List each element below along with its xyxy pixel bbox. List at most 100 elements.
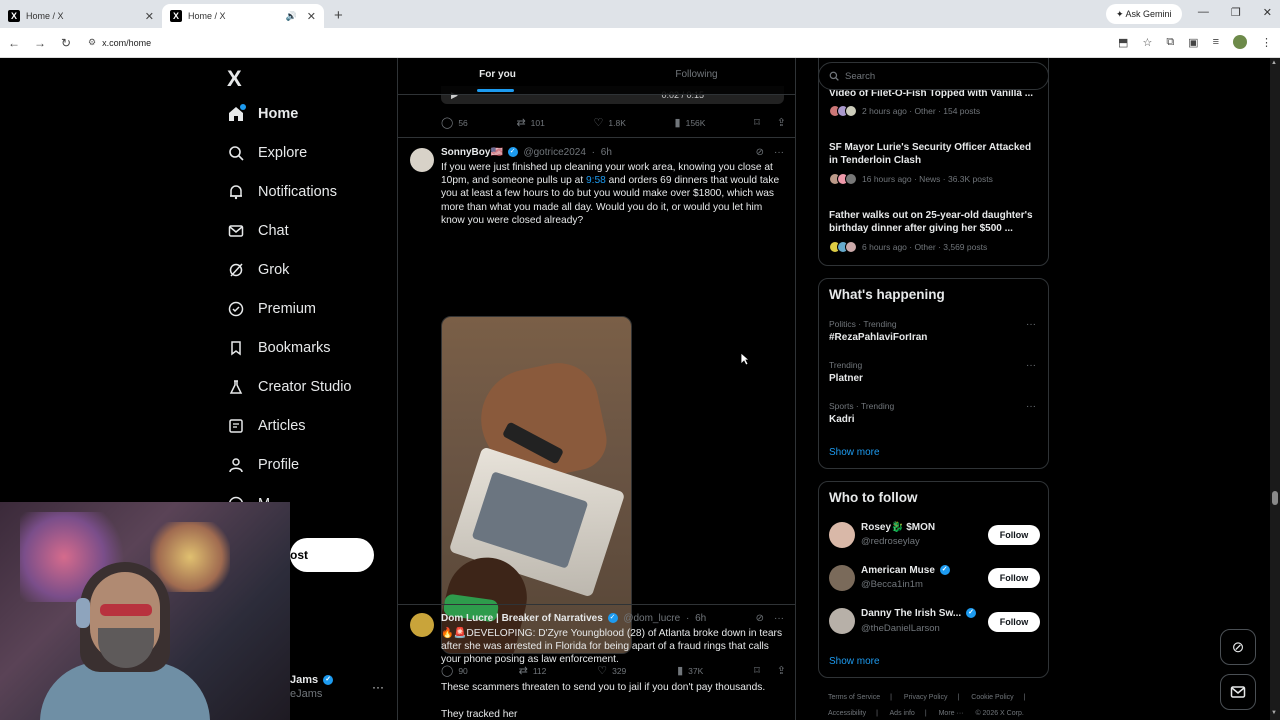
trend-more-icon[interactable]: ··· — [1026, 360, 1036, 371]
new-tab-icon[interactable]: + — [334, 7, 343, 24]
reply-button[interactable]: ◯ 56 — [441, 116, 468, 129]
trend-more-icon[interactable]: ··· — [1026, 319, 1036, 330]
tab-close-icon[interactable]: ✕ — [145, 10, 154, 23]
bookmark-star-icon[interactable]: ☆ — [1142, 36, 1152, 49]
footer-link[interactable]: More ··· — [939, 710, 964, 717]
views-button[interactable]: ▮ 156K — [675, 116, 706, 129]
search-input[interactable]: Search — [818, 62, 1049, 90]
webcam-person — [40, 562, 210, 720]
grok-icon[interactable]: ⊘ — [756, 147, 764, 158]
avatar[interactable] — [829, 608, 855, 634]
more-options-icon[interactable]: ··· — [774, 147, 784, 158]
follow-suggestion-name-row[interactable]: American Muse ✓ — [861, 565, 950, 576]
show-more-link[interactable]: Show more — [829, 447, 880, 458]
address-bar[interactable]: ⚙ x.com/home — [88, 37, 151, 48]
trend-name[interactable]: Kadri — [829, 414, 855, 425]
tab-close-icon[interactable]: ✕ — [307, 10, 316, 23]
scroll-up-icon[interactable]: ▲ — [1271, 60, 1277, 66]
ask-gemini-button[interactable]: ✦ Ask Gemini — [1106, 4, 1182, 24]
trend-name[interactable]: #RezaPahlaviForIran — [829, 332, 927, 343]
show-more-link[interactable]: Show more — [829, 656, 880, 667]
nav-articles[interactable]: Articles — [228, 418, 306, 434]
x-logo-icon[interactable]: X — [227, 66, 242, 92]
extensions-icon[interactable]: ⧉ — [1166, 36, 1174, 49]
share-icon[interactable]: ⇪ — [777, 116, 786, 129]
account-more-icon[interactable]: ··· — [372, 680, 384, 694]
footer-link[interactable]: Privacy Policy — [904, 694, 948, 701]
verified-badge-icon: ✓ — [507, 147, 518, 158]
tweet-author[interactable]: SonnyBoy🇺🇸 — [441, 147, 503, 158]
tweet-time[interactable]: 6h — [695, 613, 706, 624]
footer-sep: | — [876, 710, 878, 717]
site-info-icon[interactable]: ⚙ — [88, 37, 96, 48]
avatar[interactable] — [410, 613, 434, 637]
follow-button[interactable]: Follow — [988, 612, 1040, 632]
split-view-icon[interactable]: ▣ — [1188, 36, 1198, 49]
nav-creator-studio[interactable]: Creator Studio — [228, 379, 352, 395]
speaker-icon[interactable]: 🔊 — [286, 11, 297, 22]
page-scrollbar[interactable]: ▲ ▼ — [1270, 58, 1280, 720]
avatar[interactable] — [829, 522, 855, 548]
scroll-down-icon[interactable]: ▼ — [1271, 710, 1277, 716]
footer-link[interactable]: Ads info — [890, 710, 915, 717]
ask-gemini-label: Ask Gemini — [1125, 9, 1172, 19]
close-window-icon[interactable]: ✕ — [1263, 6, 1272, 19]
news-title[interactable]: Father walks out on 25-year-old daughter… — [829, 209, 1041, 235]
trend-more-icon[interactable]: ··· — [1026, 401, 1036, 412]
nav-chat[interactable]: Chat — [228, 223, 289, 239]
footer-link[interactable]: Accessibility — [828, 710, 866, 717]
scrollbar-thumb[interactable] — [1272, 491, 1278, 505]
repost-button[interactable]: ⇄ 101 — [516, 116, 544, 129]
avatar-stack — [829, 105, 857, 117]
restore-icon[interactable]: ❐ — [1231, 6, 1241, 19]
back-icon[interactable]: ← — [2, 36, 26, 50]
browser-tab-active[interactable]: X Home / X 🔊 ✕ — [162, 4, 324, 28]
tab-title: Home / X — [188, 11, 226, 21]
browser-menu-icon[interactable]: ⋮ — [1261, 36, 1272, 49]
profile-avatar[interactable] — [1233, 35, 1247, 49]
tweet-handle[interactable]: @gotrice2024 — [523, 147, 585, 158]
browser-tab[interactable]: X Home / X ✕ — [0, 4, 162, 28]
time-link[interactable]: 9:58 — [586, 175, 606, 186]
tweet-time[interactable]: 6h — [601, 147, 612, 158]
tweet-handle[interactable]: @dom_lucre — [623, 613, 680, 624]
tweet-author[interactable]: Dom Lucre | Breaker of Narratives — [441, 613, 603, 624]
nav-grok[interactable]: Grok — [228, 262, 289, 278]
reload-icon[interactable]: ↻ — [54, 36, 78, 50]
repost-icon: ⇄ — [516, 117, 526, 129]
more-options-icon[interactable]: ··· — [774, 613, 784, 624]
news-title[interactable]: SF Mayor Lurie's Security Officer Attack… — [829, 141, 1041, 167]
post-button[interactable]: ost — [290, 538, 374, 572]
grok-icon[interactable]: ⊘ — [756, 613, 764, 624]
nav-explore[interactable]: Explore — [228, 145, 307, 161]
like-button[interactable]: ♡ 1.8K — [594, 116, 626, 129]
footer-link[interactable]: Terms of Service — [828, 694, 880, 701]
follow-suggestion-name[interactable]: Rosey🐉 $MON — [861, 522, 935, 533]
trend-name[interactable]: Platner — [829, 373, 863, 384]
follow-button[interactable]: Follow — [988, 568, 1040, 588]
follow-button[interactable]: Follow — [988, 525, 1040, 545]
grok-float-button[interactable]: ⊘ — [1220, 629, 1256, 665]
tab-following[interactable]: Following — [597, 58, 795, 94]
avatar[interactable] — [410, 148, 434, 172]
forward-icon[interactable]: → — [28, 36, 52, 50]
minimize-icon[interactable]: — — [1198, 6, 1209, 19]
messages-float-button[interactable] — [1220, 674, 1256, 710]
footer-sep: | — [1023, 694, 1026, 701]
nav-profile[interactable]: Profile — [228, 457, 299, 473]
nav-notifications[interactable]: Notifications — [228, 184, 337, 200]
mouse-cursor-icon — [740, 352, 750, 366]
install-icon[interactable]: ⬒ — [1118, 36, 1128, 49]
avatar[interactable] — [829, 565, 855, 591]
reading-list-icon[interactable]: ≡ — [1213, 36, 1219, 48]
bookmark-icon[interactable]: ⌑ — [754, 116, 760, 129]
nav-bookmarks[interactable]: Bookmarks — [228, 340, 331, 356]
tab-for-you[interactable]: For you — [398, 58, 597, 94]
account-switcher[interactable]: Jams ✓ eJams — [290, 674, 334, 700]
url-text[interactable]: x.com/home — [102, 38, 151, 48]
nav-premium[interactable]: Premium — [228, 301, 316, 317]
footer-link[interactable]: Cookie Policy — [971, 694, 1013, 701]
nav-home[interactable]: Home — [228, 104, 298, 122]
follow-suggestion-name-row[interactable]: Danny The Irish Sw... ✓ — [861, 608, 976, 619]
copyright: © 2026 X Corp. — [975, 710, 1024, 717]
